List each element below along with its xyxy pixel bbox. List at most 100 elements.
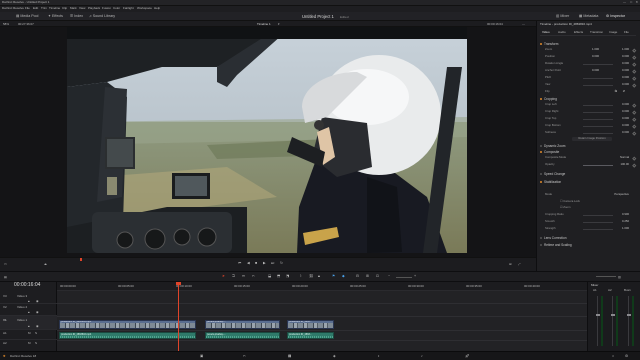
zoom-full-icon[interactable]: ⊟ bbox=[356, 274, 359, 279]
flag-icon[interactable]: ⚑ bbox=[332, 274, 335, 279]
menu-item-fusion[interactable]: Fusion bbox=[102, 6, 111, 10]
rotation-slider[interactable] bbox=[583, 63, 613, 65]
keyframe-icon[interactable] bbox=[631, 54, 636, 59]
strength-slider[interactable] bbox=[583, 228, 613, 230]
viewer-options-icon[interactable]: ⋯ bbox=[522, 22, 525, 26]
loop-icon[interactable]: ↻ bbox=[280, 261, 283, 266]
zoom-level[interactable]: 58% bbox=[3, 22, 9, 26]
color-page-icon[interactable]: ◐ bbox=[378, 354, 380, 359]
pitch-slider[interactable] bbox=[583, 77, 613, 79]
rotation-row[interactable]: Rotation Angle 0.000 bbox=[545, 61, 636, 66]
viewer-scrub-marker[interactable] bbox=[80, 258, 82, 261]
softness-slider[interactable] bbox=[583, 132, 613, 134]
track-header-v1[interactable]: V1 Video 1 🔒︎ ◉ bbox=[0, 316, 57, 330]
step-back-icon[interactable]: ◀ bbox=[247, 261, 250, 266]
next-clip-icon[interactable]: ⏭ bbox=[271, 261, 274, 266]
sound-library-button[interactable]: ♫ Sound Library bbox=[89, 14, 115, 19]
media-pool-button[interactable]: ▤ Media Pool bbox=[16, 14, 38, 19]
edit-page-icon[interactable]: ▤ bbox=[288, 354, 291, 359]
keyframe-icon[interactable] bbox=[631, 123, 636, 128]
opacity-row[interactable]: Opacity 100.00 bbox=[545, 162, 636, 167]
crop-top-slider[interactable] bbox=[583, 118, 613, 120]
maximize-icon[interactable]: □ bbox=[630, 0, 632, 4]
channel-fader-bus1[interactable] bbox=[626, 296, 631, 346]
fusion-page-icon[interactable]: ◈ bbox=[333, 354, 336, 359]
yaw-row[interactable]: Yaw 0.000 bbox=[545, 82, 636, 87]
deliver-page-icon[interactable]: 🚀︎ bbox=[465, 354, 470, 359]
menu-item-timeline[interactable]: Timeline bbox=[49, 6, 60, 10]
speed-change-section[interactable]: Speed Change bbox=[540, 172, 636, 176]
trim-tool-icon[interactable]: ⊐ bbox=[232, 274, 235, 279]
track-header-v2[interactable]: V2 Video 2 🔒︎ ◉ bbox=[0, 304, 57, 316]
smooth-row[interactable]: Smooth 0.250 bbox=[545, 219, 635, 224]
menu-item-help[interactable]: Help bbox=[154, 6, 160, 10]
play-icon[interactable]: ▶ bbox=[263, 261, 266, 266]
keyframe-icon[interactable] bbox=[631, 155, 636, 160]
rotation-value[interactable]: 0.000 bbox=[622, 61, 629, 66]
zoom-y-value[interactable]: 1.000 bbox=[622, 47, 629, 52]
composite-mode-row[interactable]: Composite Mode Normal bbox=[545, 155, 636, 160]
fader-knob[interactable] bbox=[595, 314, 600, 316]
position-row[interactable]: Position 0.000 0.000 bbox=[545, 54, 636, 59]
menu-item-color[interactable]: Color bbox=[113, 6, 120, 10]
video-clip[interactable]: production ID_4863816.mp4 bbox=[59, 320, 196, 329]
opacity-slider[interactable] bbox=[583, 164, 613, 166]
position-x-value[interactable]: 0.000 bbox=[592, 54, 599, 59]
crop-bottom-slider[interactable] bbox=[583, 125, 613, 127]
crop-top-row[interactable]: Crop Top 0.000 bbox=[545, 116, 636, 121]
crop-left-slider[interactable] bbox=[583, 104, 613, 106]
viewer-layout-icon[interactable]: ▭ bbox=[4, 262, 7, 266]
index-button[interactable]: ☰ Index bbox=[70, 14, 83, 19]
track-header-v3[interactable]: V3 Video 3 🔒︎ ◉ bbox=[0, 293, 57, 304]
mixer-button[interactable]: ▥ Mixer bbox=[556, 14, 569, 19]
flip-vertical-icon[interactable]: ⇵ bbox=[623, 89, 625, 94]
menu-item-mark[interactable]: Mark bbox=[70, 6, 77, 10]
marker-icon[interactable]: ◆ bbox=[342, 274, 345, 279]
home-icon[interactable]: ⌂ bbox=[612, 354, 614, 359]
video-clip[interactable]: pexels-pixabay-... bbox=[205, 320, 280, 329]
snapping-icon[interactable]: ⌇ bbox=[300, 274, 302, 279]
audio-meter-icon[interactable]: ◂▸ bbox=[44, 262, 47, 266]
track-header-a1[interactable]: A1 M S bbox=[0, 330, 57, 340]
timeline-layout-icon[interactable]: ▤ bbox=[4, 275, 7, 279]
menu-item-view[interactable]: View bbox=[79, 6, 85, 10]
anchor-y-value[interactable]: 0.000 bbox=[622, 68, 629, 73]
tab-video[interactable]: Video bbox=[542, 30, 550, 34]
keyframe-icon[interactable] bbox=[631, 68, 636, 73]
minimize-icon[interactable]: — bbox=[623, 0, 626, 4]
section-enabled-icon[interactable] bbox=[540, 237, 542, 240]
keyframe-icon[interactable] bbox=[631, 47, 636, 52]
section-enabled-icon[interactable] bbox=[540, 98, 542, 101]
solo-icon[interactable]: S bbox=[35, 331, 37, 335]
audio-clip[interactable]: pexels-pixabay-... bbox=[205, 332, 280, 339]
transform-section[interactable]: Transform bbox=[540, 42, 636, 46]
section-enabled-icon[interactable] bbox=[540, 145, 542, 148]
anchor-x-value[interactable]: 0.000 bbox=[592, 68, 599, 73]
stab-mode-dropdown[interactable]: Perspective bbox=[614, 192, 629, 197]
menu-item-playback[interactable]: Playback bbox=[88, 6, 100, 10]
effects-button[interactable]: ✦ Effects bbox=[48, 14, 63, 19]
audio-clip[interactable]: production ID_4863... bbox=[287, 332, 334, 339]
mute-icon[interactable]: M bbox=[28, 341, 31, 345]
lock-icon[interactable]: 🔒︎ bbox=[28, 310, 30, 314]
section-enabled-icon[interactable] bbox=[540, 173, 542, 176]
lock-icon[interactable]: 🔒︎ bbox=[28, 324, 30, 328]
mixer-toggle-icon[interactable]: ▥ bbox=[618, 275, 621, 279]
menu-item-trim[interactable]: Trim bbox=[41, 6, 47, 10]
cropping-ratio-value[interactable]: 0.900 bbox=[622, 212, 629, 217]
keyframe-icon[interactable] bbox=[631, 109, 636, 114]
position-lock-icon[interactable]: 🔒︎ bbox=[318, 274, 320, 279]
smooth-slider[interactable] bbox=[583, 221, 613, 223]
section-enabled-icon[interactable] bbox=[540, 151, 542, 154]
crop-right-value[interactable]: 0.000 bbox=[622, 109, 629, 114]
full-screen-icon[interactable]: ⤢ bbox=[518, 262, 520, 266]
timeline-timecode[interactable]: 00:00:16:04 bbox=[14, 283, 40, 288]
stab-zoom-row[interactable]: ☑ Zoom bbox=[560, 205, 640, 210]
dynamic-trim-icon[interactable]: ⇹ bbox=[242, 274, 245, 279]
menu-item-fairlight[interactable]: Fairlight bbox=[123, 6, 134, 10]
dynamic-zoom-section[interactable]: Dynamic Zoom bbox=[540, 144, 636, 148]
keyframe-icon[interactable] bbox=[631, 61, 636, 66]
tab-image[interactable]: Image bbox=[609, 30, 617, 34]
section-enabled-icon[interactable] bbox=[540, 43, 542, 46]
eye-icon[interactable]: ◉ bbox=[36, 324, 39, 328]
